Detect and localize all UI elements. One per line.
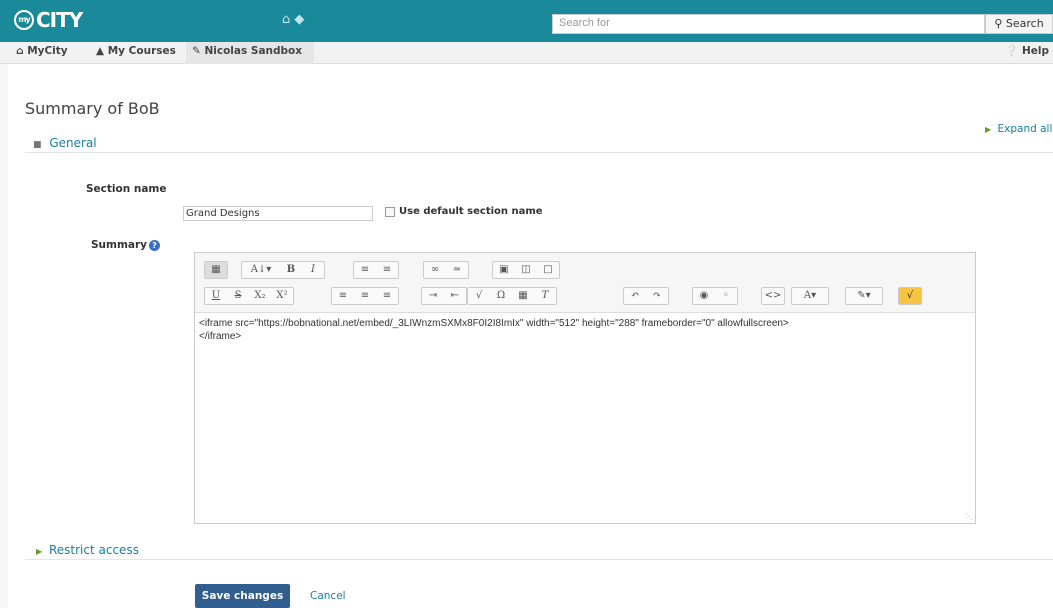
image-icon[interactable]: ▣ — [493, 262, 515, 278]
toolbar-group: ≡ ≡ ≡ — [331, 287, 399, 305]
toolbar-group: ◉ ◦ — [692, 287, 738, 305]
help-circle-icon: ❔ — [1005, 45, 1019, 57]
align-right-icon[interactable]: ≡ — [376, 288, 398, 304]
editor-content[interactable]: <iframe src="https://bobnational.net/emb… — [199, 317, 969, 343]
summary-label: Summary — [91, 239, 148, 251]
section-name-label: Section name — [86, 183, 167, 195]
header-icons: ⌂ ◆ — [282, 12, 304, 27]
chat-icon[interactable]: ◆ — [294, 12, 304, 27]
link-icon[interactable]: ∞ — [424, 262, 446, 278]
wiris-icon[interactable]: √ — [899, 288, 921, 304]
tab-label: Nicolas Sandbox — [204, 45, 303, 57]
expand-all-label: Expand all — [997, 123, 1053, 135]
tab-label: MyCity — [27, 45, 68, 57]
toolbar-group: A↓▾ B I — [241, 261, 325, 279]
special-character-icon[interactable]: Ω — [490, 288, 512, 304]
toolbar-group: √ Ω ▦ T — [467, 287, 557, 305]
navbar: ⌂ MyCity ▲ My Courses ✎ Nicolas Sandbox … — [0, 42, 1053, 64]
divider — [25, 152, 1053, 153]
pencil-icon: ✎ — [192, 45, 201, 57]
highlight-icon[interactable]: ✎▾ — [846, 288, 882, 304]
help-link[interactable]: ❔ Help — [1005, 42, 1049, 64]
resize-handle-icon[interactable]: ⋱ — [965, 512, 973, 521]
underline-icon[interactable]: U — [205, 288, 227, 304]
toolbar-group: ✎▾ — [845, 287, 883, 305]
toolbar-group: ▦ — [204, 261, 228, 279]
tab-my-courses[interactable]: ▲ My Courses — [90, 42, 185, 64]
html-toggle-icon[interactable]: <> — [762, 288, 784, 304]
section-name-input[interactable]: Grand Designs — [183, 206, 373, 221]
redo-icon[interactable]: ↷ — [646, 288, 668, 304]
outdent-icon[interactable]: ⇤ — [444, 288, 466, 304]
logo-text: CITY — [36, 8, 83, 32]
table-icon[interactable]: ▦ — [512, 288, 534, 304]
italic-icon[interactable]: I — [302, 262, 324, 278]
tab-mycity[interactable]: ⌂ MyCity — [10, 42, 90, 64]
divider — [25, 559, 1053, 560]
media-icon[interactable]: ◫ — [515, 262, 537, 278]
toolbar-group: ⇥ ⇤ — [421, 287, 467, 305]
cancel-button[interactable]: Cancel — [310, 590, 346, 602]
align-left-icon[interactable]: ≡ — [332, 288, 354, 304]
page-title: Summary of BoB — [25, 99, 160, 118]
toolbar-toggle-icon[interactable]: ▦ — [205, 262, 227, 278]
search-button[interactable]: ⚲ Search — [985, 14, 1053, 34]
triangle-right-icon: ▶ — [36, 547, 43, 556]
collapse-icon: ■ — [33, 140, 42, 150]
bold-icon[interactable]: B — [280, 262, 302, 278]
align-center-icon[interactable]: ≡ — [354, 288, 376, 304]
save-changes-button[interactable]: Save changes — [195, 584, 290, 608]
toolbar-group: ∞ ≃ — [423, 261, 469, 279]
left-strip — [0, 64, 8, 608]
undo-icon[interactable]: ↶ — [624, 288, 646, 304]
screenreader-helper-icon[interactable]: ◦ — [715, 288, 737, 304]
toolbar-group: ▣ ◫ □ — [492, 261, 560, 279]
help-label: Help — [1021, 45, 1049, 57]
search-icon: ⚲ — [994, 17, 1003, 30]
unlink-icon[interactable]: ≃ — [446, 262, 468, 278]
toolbar-group: A▾ — [791, 287, 829, 305]
home-icon[interactable]: ⌂ — [282, 12, 290, 27]
indent-icon[interactable]: ⇥ — [422, 288, 444, 304]
tab-label: My Courses — [107, 45, 176, 57]
ordered-list-icon[interactable]: ≡ — [376, 262, 398, 278]
tab-nicolas-sandbox[interactable]: ✎ Nicolas Sandbox — [186, 42, 314, 64]
summary-editor[interactable]: ▦ A↓▾ B I ≡ ≡ ∞ ≃ ▣ ◫ □ U S X₂ X² ≡ ≡ ≡ … — [194, 252, 976, 524]
restrict-access-legend[interactable]: ▶ Restrict access — [36, 543, 139, 557]
top-bar: my CITY ⌂ ◆ Search for ⚲ Search — [0, 0, 1053, 42]
site-logo[interactable]: my CITY — [14, 8, 83, 32]
clear-formatting-icon[interactable]: T — [534, 288, 556, 304]
home-icon: ⌂ — [16, 45, 24, 57]
unordered-list-icon[interactable]: ≡ — [354, 262, 376, 278]
toolbar-group: U S X₂ X² — [204, 287, 294, 305]
use-default-label: Use default section name — [399, 206, 543, 217]
triangle-right-icon: ▶ — [985, 125, 992, 134]
search-input[interactable]: Search for — [552, 14, 985, 34]
toolbar-group: √ — [898, 287, 922, 305]
strikethrough-icon[interactable]: S — [227, 288, 249, 304]
logo-badge: my — [14, 10, 34, 30]
help-icon[interactable]: ? — [149, 240, 160, 251]
expand-all-link[interactable]: ▶ Expand all — [985, 123, 1052, 135]
restrict-access-label: Restrict access — [48, 543, 139, 557]
equation-icon[interactable]: √ — [468, 288, 490, 304]
subscript-icon[interactable]: X₂ — [249, 288, 271, 304]
font-style-icon[interactable]: A↓▾ — [242, 262, 280, 278]
search-button-label: Search — [1005, 17, 1044, 30]
general-legend[interactable]: ■ General — [33, 136, 97, 150]
toolbar-group: ↶ ↷ — [623, 287, 669, 305]
manage-files-icon[interactable]: □ — [537, 262, 559, 278]
general-legend-label: General — [49, 136, 97, 150]
editor-toolbar: ▦ A↓▾ B I ≡ ≡ ∞ ≃ ▣ ◫ □ U S X₂ X² ≡ ≡ ≡ … — [195, 253, 975, 313]
graduation-cap-icon: ▲ — [96, 45, 105, 57]
superscript-icon[interactable]: X² — [271, 288, 293, 304]
accessibility-checker-icon[interactable]: ◉ — [693, 288, 715, 304]
toolbar-group: ≡ ≡ — [353, 261, 399, 279]
font-color-icon[interactable]: A▾ — [792, 288, 828, 304]
toolbar-group: <> — [761, 287, 785, 305]
use-default-checkbox[interactable] — [385, 207, 395, 217]
